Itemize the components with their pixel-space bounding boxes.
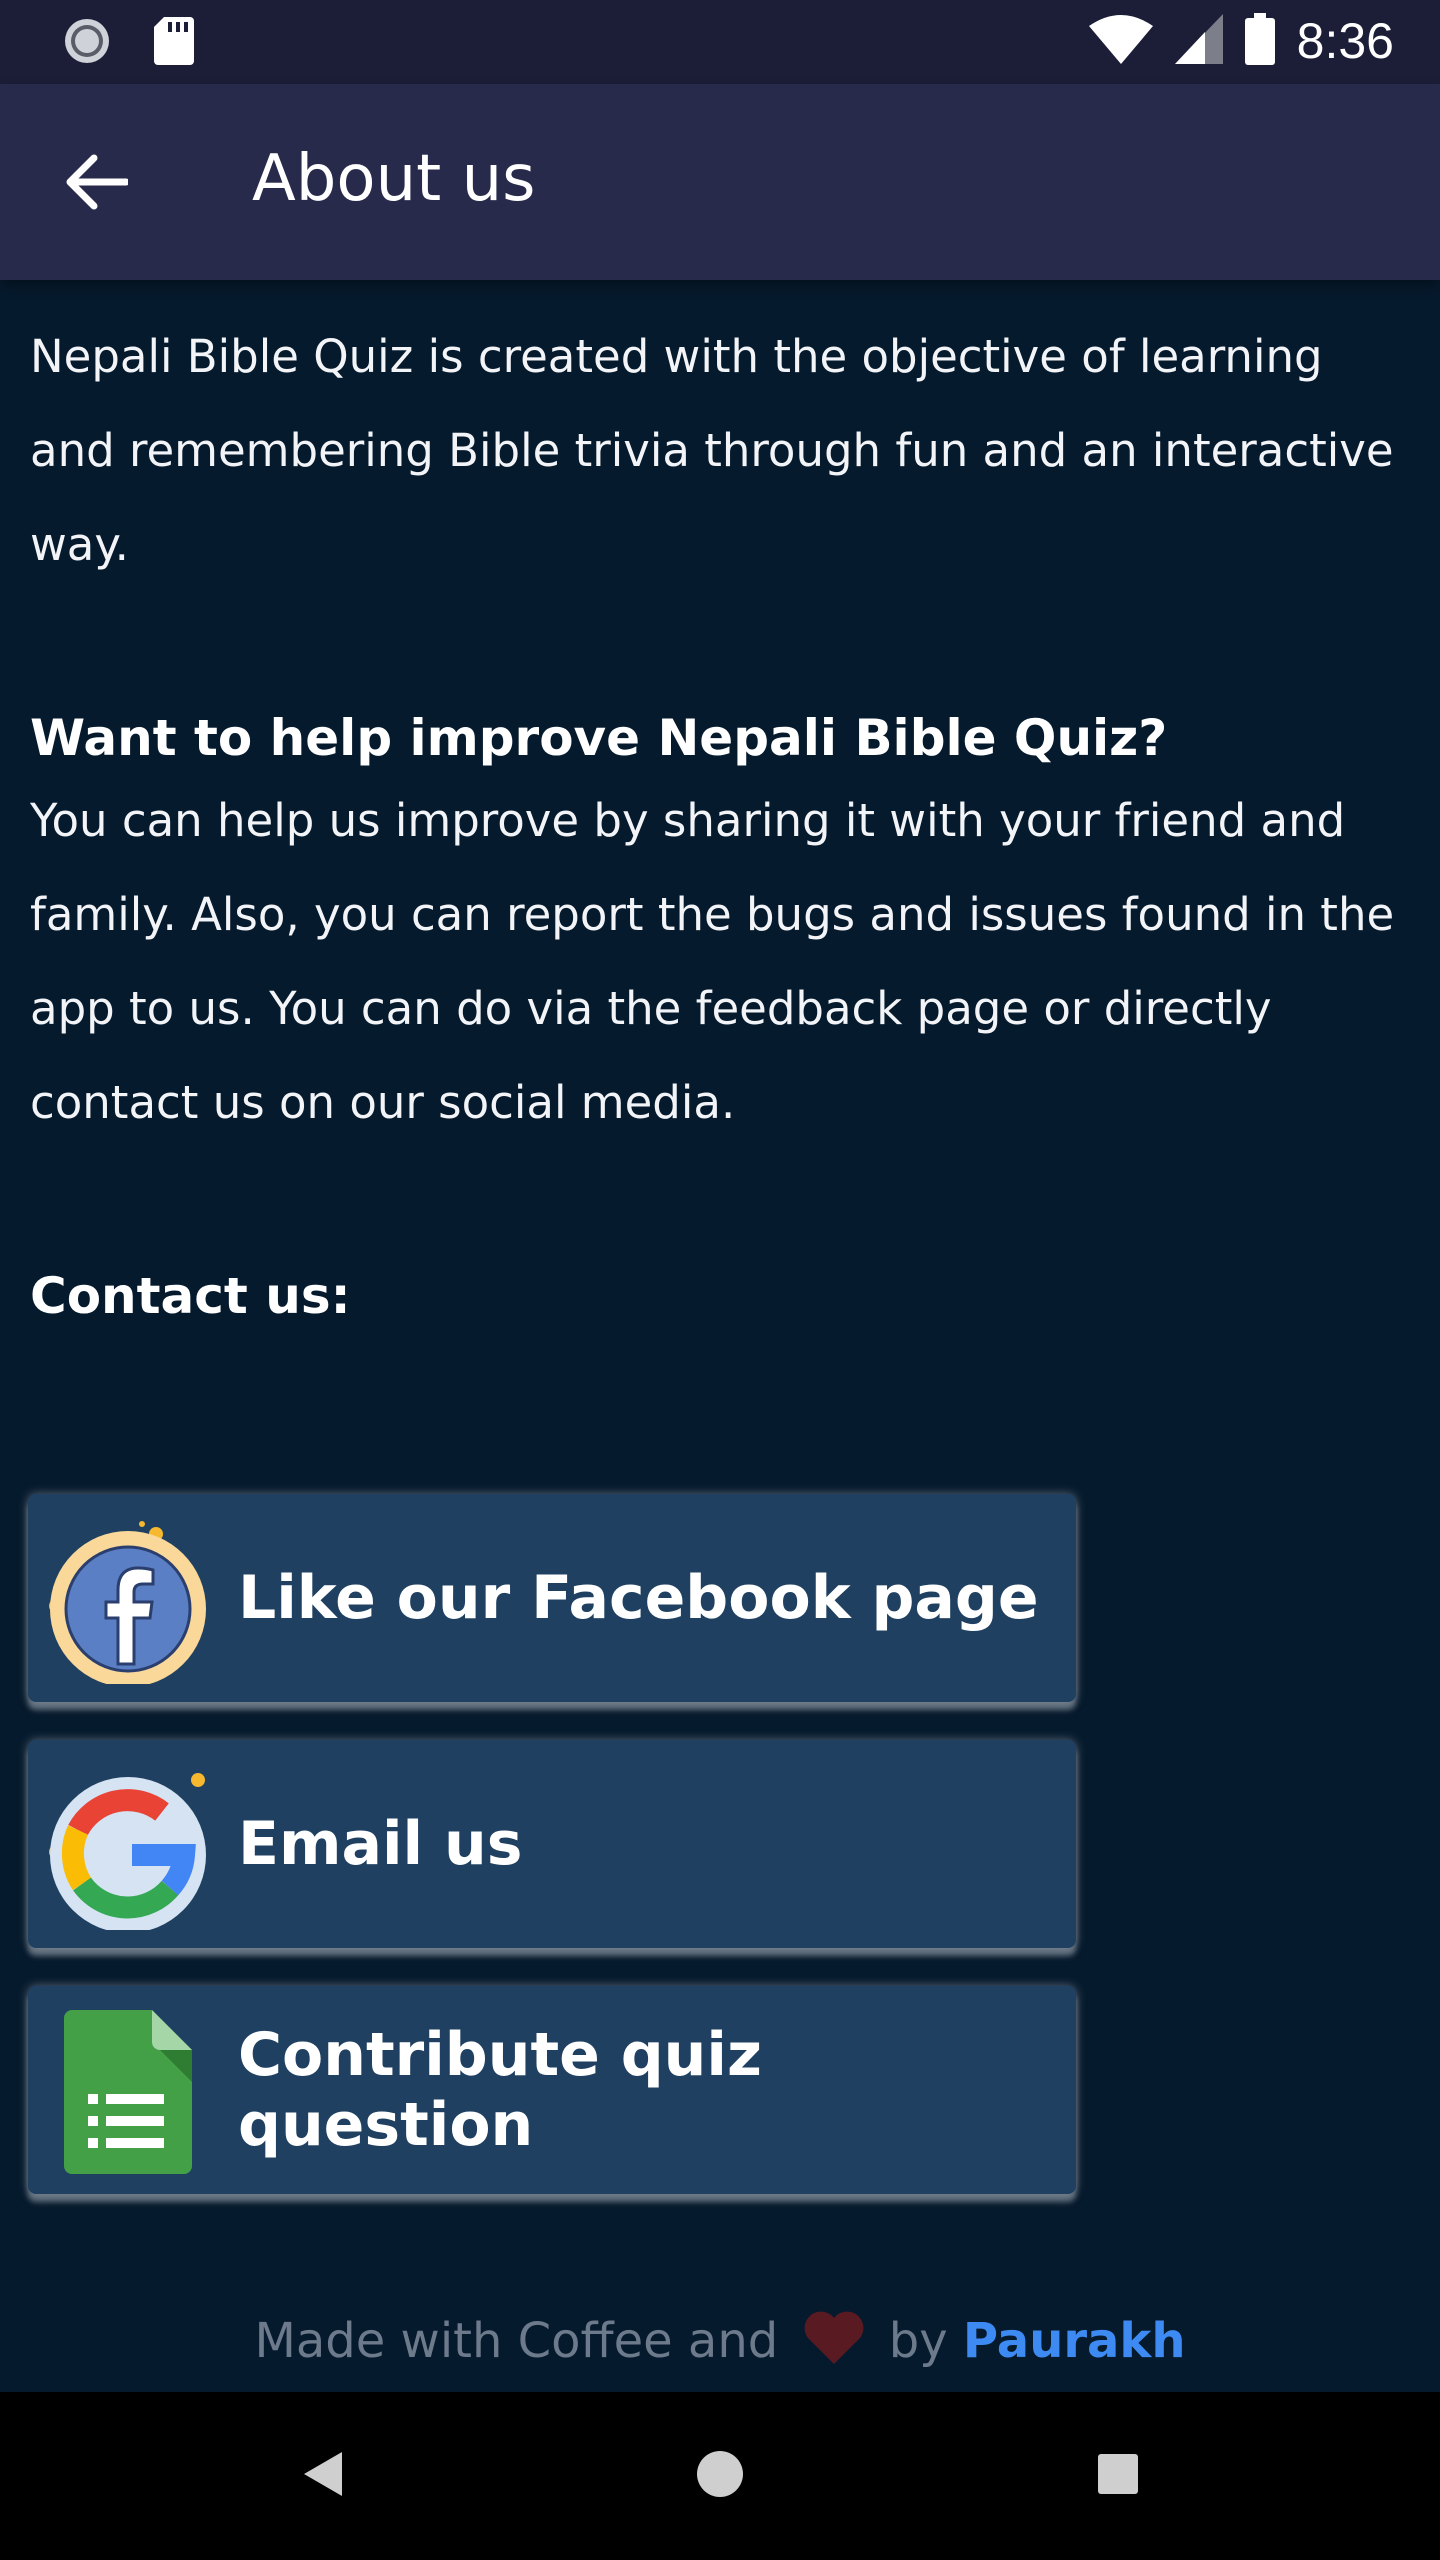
status-bar: 8:36 [0, 0, 1440, 84]
nav-home-button[interactable] [680, 2436, 760, 2516]
help-text: You can help us improve by sharing it wi… [30, 794, 1395, 1129]
footer-prefix: Made with Coffee and [254, 2313, 779, 2369]
navigation-bar [0, 2392, 1440, 2560]
wifi-icon [1088, 14, 1153, 68]
heart-icon [802, 2310, 866, 2378]
contribute-button[interactable]: Contribute quiz question [28, 1986, 1076, 2194]
nav-back-button[interactable] [282, 2436, 362, 2516]
battery-icon [1244, 13, 1275, 69]
back-triangle-icon [300, 2450, 344, 2502]
signal-icon [1174, 14, 1223, 68]
sync-icon [62, 16, 112, 70]
home-circle-icon [696, 2450, 744, 2502]
page-title: About us [252, 142, 536, 216]
contact-heading: Contact us: [30, 1267, 351, 1325]
recents-square-icon [1096, 2452, 1140, 2500]
email-button-label: Email us [238, 1809, 523, 1879]
about-content: Nepali Bible Quiz is created with the ob… [30, 310, 1410, 1332]
facebook-button[interactable]: Like our Facebook page [28, 1494, 1076, 1702]
google-sheets-icon [48, 2006, 208, 2176]
author-link[interactable]: Paurakh [963, 2313, 1186, 2369]
intro-text: Nepali Bible Quiz is created with the ob… [30, 330, 1394, 571]
footer-by: by [888, 2313, 948, 2369]
arrow-back-icon [64, 154, 130, 214]
facebook-icon [48, 1514, 208, 1687]
google-icon [48, 1760, 208, 1933]
back-button[interactable] [60, 148, 132, 220]
help-heading: Want to help improve Nepali Bible Quiz? [30, 709, 1168, 767]
footer-credit: Made with Coffee and by Paurakh [0, 2310, 1440, 2378]
app-bar: About us [0, 84, 1440, 280]
clock: 8:36 [1296, 13, 1394, 69]
sd-card-icon [154, 17, 194, 69]
email-button[interactable]: Email us [28, 1740, 1076, 1948]
contribute-button-label: Contribute quiz question [238, 2020, 762, 2160]
facebook-button-label: Like our Facebook page [238, 1563, 1039, 1633]
nav-recents-button[interactable] [1078, 2436, 1158, 2516]
